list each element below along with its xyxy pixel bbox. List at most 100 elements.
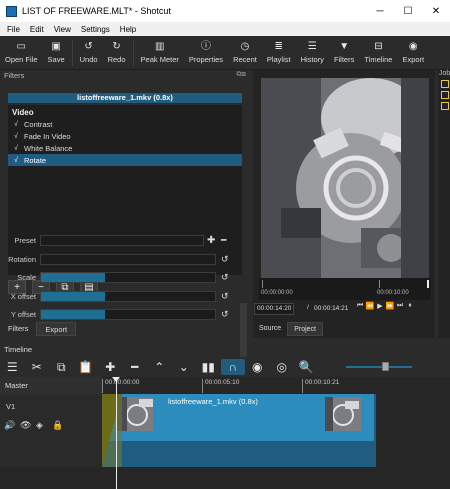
filters-scrollbar[interactable] [240,303,247,363]
player-playhead[interactable] [427,280,429,288]
close-button[interactable]: ✕ [422,0,450,22]
scrub-eye-icon[interactable]: ◉ [245,360,270,374]
check-icon[interactable]: √ [14,145,24,152]
menu-edit[interactable]: Edit [30,25,44,34]
zoom-slider-handle[interactable] [382,362,389,371]
filters-tabs: Filters Export [0,322,77,337]
rotation-label: Rotation [8,254,36,264]
menu-settings[interactable]: Settings [81,25,110,34]
reset-icon[interactable]: ↺ [221,291,229,302]
video-preview[interactable] [261,78,429,278]
position-timecode[interactable]: 00:00:14:20 [254,303,295,315]
y-offset-slider[interactable] [40,308,216,320]
check-icon[interactable]: √ [14,133,24,140]
save-button[interactable]: ▣ Save [43,36,70,69]
peak-meter-label: Peak Meter [140,55,179,64]
timeline-playhead[interactable] [116,377,117,489]
tab-export[interactable]: Export [36,322,77,336]
timeline-tick-10s: 00:00:10:21 [302,379,339,393]
timeline-tracks: Master 00:00:00:00 00:00:05:10 00:00:10:… [0,377,450,489]
fade-in-ramp[interactable] [102,394,122,467]
filter-item-fade-in-video[interactable]: √ Fade In Video [8,130,242,142]
timeline-menu-icon[interactable]: ☰ [0,360,25,374]
x-offset-slider[interactable] [40,290,216,302]
minimize-button[interactable]: ─ [366,0,394,22]
play-icon[interactable]: ▶ [375,302,385,310]
y-offset-row: Y offset ↺ [0,307,238,321]
reset-icon[interactable]: ↺ [221,272,229,283]
menu-view[interactable]: View [54,25,71,34]
properties-button[interactable]: ⓘ Properties [184,36,228,69]
split-icon[interactable]: ▮▮ [196,360,221,374]
tab-source[interactable]: Source [253,322,287,336]
zoom-slider[interactable] [346,366,412,368]
job-item[interactable] [441,91,449,99]
filters-panel: Filters ⧉⊠ listoffreeware_1.mkv (0.8x) V… [0,70,250,363]
composite-icon[interactable]: ◈ [36,420,52,431]
timeline-button[interactable]: ⊟ Timeline [359,36,397,69]
recent-button[interactable]: ◷ Recent [228,36,262,69]
panel-float-close-icons[interactable]: ⧉⊠ [237,71,246,79]
filter-item-white-balance[interactable]: √ White Balance [8,142,242,154]
track-header-v1[interactable]: V1 🔊 👁 ◈ 🔒 [0,394,102,467]
preset-select[interactable] [40,234,204,246]
zoom-out-icon[interactable]: 🔍 [294,360,319,374]
history-button[interactable]: ☰ History [296,36,329,69]
timeline-ruler[interactable]: 00:00:00:00 00:00:05:10 00:00:10:21 [102,377,450,394]
filters-button[interactable]: ▼ Filters [329,36,359,69]
menu-file[interactable]: File [7,25,20,34]
recent-label: Recent [233,55,257,64]
preset-row: Preset ✚ ━ [0,233,238,247]
jobs-panel: Job [438,70,450,338]
save-label: Save [47,55,65,64]
scale-slider[interactable] [40,271,216,283]
save-preset-icon[interactable]: ✚ [207,235,215,246]
playlist-label: Playlist [266,55,291,64]
skip-next-icon[interactable]: ⏭ [395,302,405,310]
redo-button[interactable]: ↻ Redo [103,36,131,69]
pause-icon[interactable]: ⏸ [405,302,415,310]
ripple-icon[interactable]: ◎ [270,360,295,374]
mute-icon[interactable]: 🔊 [4,420,20,431]
copy-icon[interactable]: ⧉ [49,360,74,375]
menu-help[interactable]: Help [120,25,136,34]
filter-section-video: Video [12,108,34,117]
lift-icon[interactable]: ⌃ [147,360,172,374]
snap-magnet-icon[interactable]: ∩ [220,359,245,375]
timeline-clip-title: listoffreeware_1.mkv (0.8x) [168,397,258,406]
check-icon[interactable]: √ [14,121,24,128]
fast-forward-icon[interactable]: ⏩ [385,302,395,310]
skip-previous-icon[interactable]: ⏮ [355,302,365,310]
tab-filters[interactable]: Filters [0,322,36,336]
filter-item-label: Fade In Video [24,131,71,141]
filter-item-contrast[interactable]: √ Contrast [8,118,242,130]
toolbar-separator [132,40,134,66]
maximize-button[interactable]: ☐ [394,0,422,22]
reset-icon[interactable]: ↺ [221,309,229,320]
undo-button[interactable]: ↺ Undo [75,36,103,69]
append-icon[interactable]: ✚ [98,360,123,374]
reset-icon[interactable]: ↺ [221,254,229,265]
export-button[interactable]: ◉ Export [397,36,429,69]
open-file-button[interactable]: ▭ Open File [0,36,43,69]
delete-preset-icon[interactable]: ━ [221,235,226,246]
job-item[interactable] [441,102,449,110]
tab-project[interactable]: Project [287,322,323,336]
job-item[interactable] [441,80,449,88]
playlist-button[interactable]: ≣ Playlist [262,36,296,69]
filter-list: Video √ Contrast √ Fade In Video √ White Ba… [8,105,242,275]
peak-meter-button[interactable]: ▥ Peak Meter [136,36,184,69]
filters-label: Filters [333,55,355,64]
remove-icon[interactable]: ━ [123,360,148,374]
rotation-slider[interactable] [40,253,216,265]
lock-icon[interactable]: 🔒 [52,420,68,431]
rewind-icon[interactable]: ⏪ [365,302,375,310]
player-scrubber[interactable]: 00:00:00:00 00:00:10:00 [259,278,431,300]
check-icon[interactable]: √ [14,157,24,164]
ruler-label-10s: 00:00:10:00 [377,290,409,296]
paste-icon[interactable]: 📋 [74,360,99,374]
hide-eye-icon[interactable]: 👁 [20,420,36,431]
filter-item-rotate[interactable]: √ Rotate [8,154,242,166]
cut-icon[interactable]: ✂ [25,360,50,374]
overwrite-icon[interactable]: ⌄ [172,360,197,374]
